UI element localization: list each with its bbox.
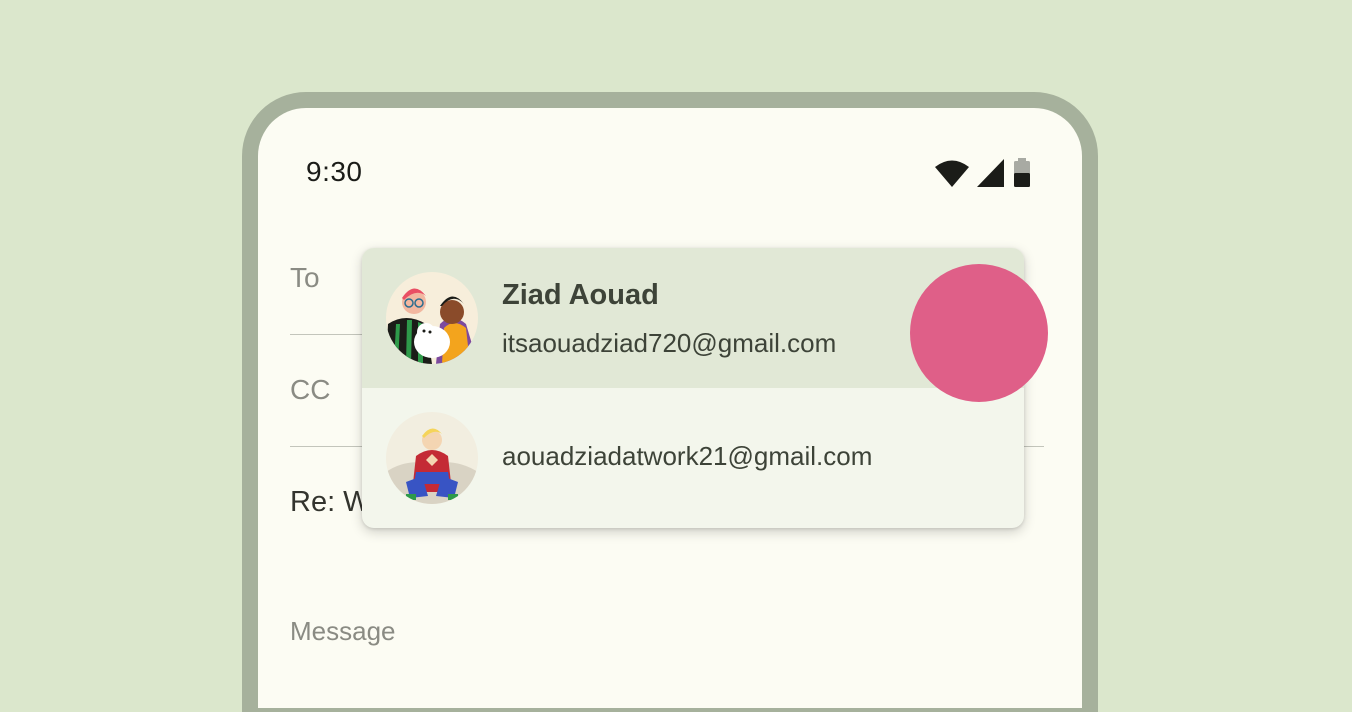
suggestion-name: Ziad Aouad	[502, 279, 659, 311]
wifi-icon	[935, 160, 969, 187]
status-time: 9:30	[306, 156, 363, 187]
touch-indicator	[910, 264, 1048, 402]
message-field[interactable]: Message	[290, 616, 396, 647]
subject-field[interactable]: Re: W	[290, 486, 371, 519]
cc-field-label[interactable]: CC	[290, 374, 330, 406]
suggestion-email: aouadziadatwork21@gmail.com	[502, 441, 873, 471]
avatar-two-people-with-dog	[386, 272, 478, 364]
avatar-person-sitting	[386, 412, 478, 504]
battery-icon	[1014, 158, 1030, 187]
to-field-label[interactable]: To	[290, 262, 320, 294]
cell-signal-icon	[977, 159, 1004, 187]
suggestion-email: itsaouadziad720@gmail.com	[502, 328, 837, 358]
status-icons	[934, 158, 1032, 188]
suggestion-item-aouadziadatwork[interactable]: aouadziadatwork21@gmail.com	[362, 388, 1024, 528]
